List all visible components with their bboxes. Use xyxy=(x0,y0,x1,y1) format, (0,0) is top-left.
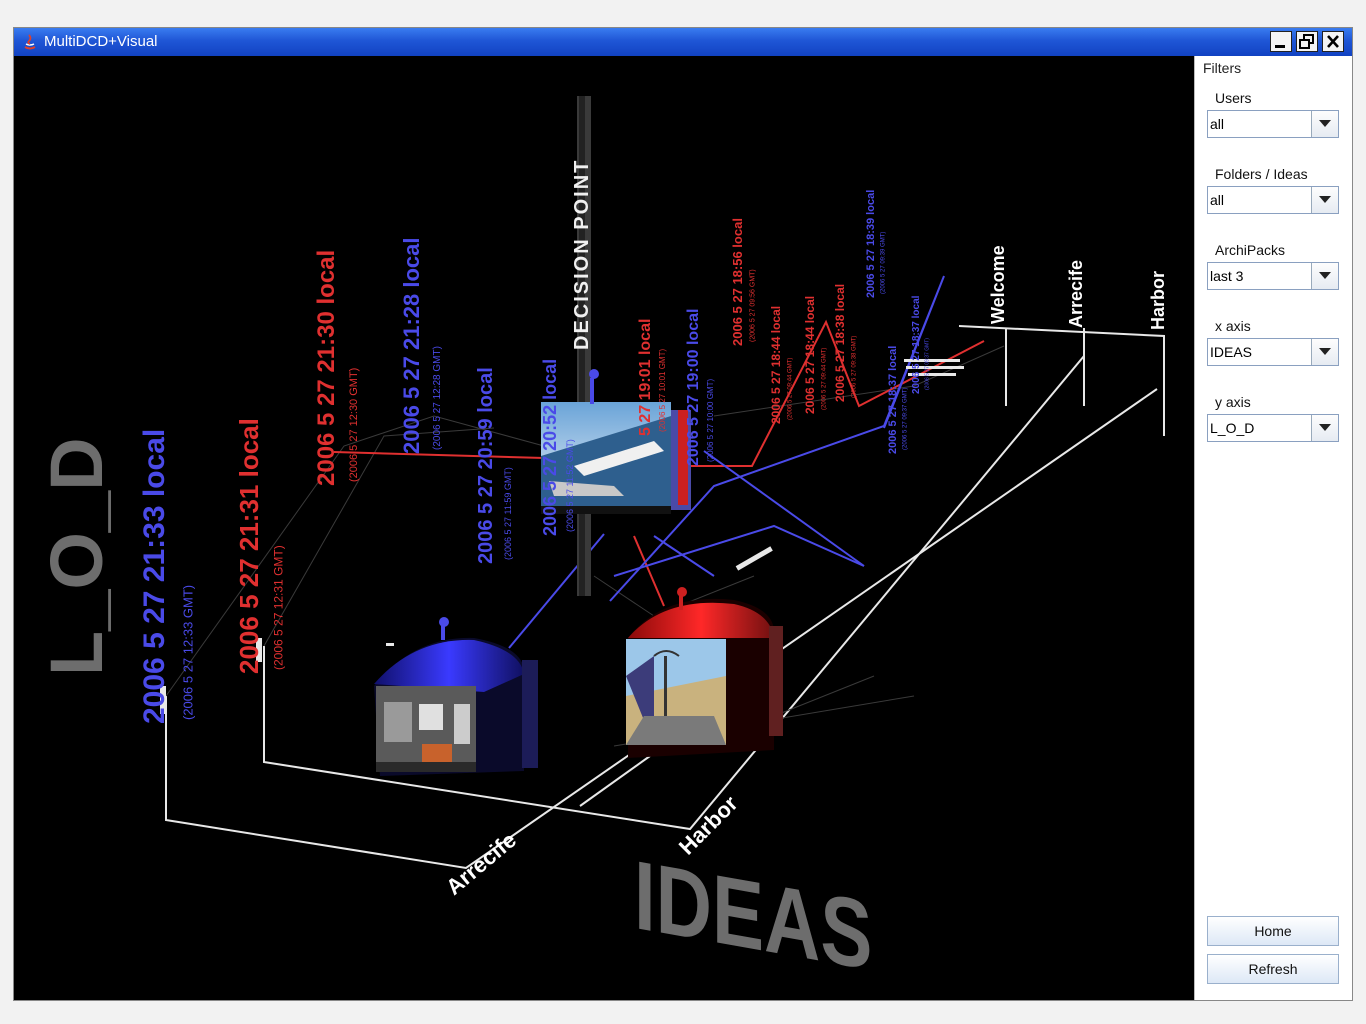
users-value: all xyxy=(1210,116,1225,132)
timestamp-gmt-label: (2006 5 27 09:38 GMT) xyxy=(851,336,857,398)
back-label-welcome: Welcome xyxy=(988,245,1008,324)
timestamp-gmt-label: (2006 5 27 11:59 GMT) xyxy=(503,467,513,560)
decision-point-label: DECISION POINT xyxy=(571,159,593,350)
timestamp-gmt-label: (2006 5 27 12:33 GMT) xyxy=(181,585,196,720)
timestamp-local-label: 2006 5 27 18:56 local xyxy=(730,218,745,346)
chevron-down-icon xyxy=(1319,424,1331,431)
timestamp-gmt-label: (2006 5 27 12:30 GMT) xyxy=(348,368,360,482)
close-button[interactable] xyxy=(1322,31,1344,52)
folders-ideas-label: Folders / Ideas xyxy=(1215,166,1308,182)
folders-ideas-dropdown[interactable]: all xyxy=(1207,186,1339,214)
timestamp-gmt-label: (2006 5 27 09:37 GMT) xyxy=(902,388,908,450)
refresh-button[interactable]: Refresh xyxy=(1207,954,1339,984)
home-button[interactable]: Home xyxy=(1207,916,1339,946)
timestamp-local-label: 2006 5 27 21:30 local xyxy=(313,250,340,486)
filters-title: Filters xyxy=(1203,60,1242,76)
window-title: MultiDCD+Visual xyxy=(44,33,158,50)
chevron-down-icon xyxy=(1319,348,1331,355)
chevron-down-icon xyxy=(1319,196,1331,203)
y-axis-dropdown[interactable]: L_O_D xyxy=(1207,414,1339,442)
timestamp-gmt-label: (2006 5 27 09:39 GMT) xyxy=(880,232,886,294)
archipacks-dropdown[interactable]: last 3 xyxy=(1207,262,1339,290)
timestamp-local-label: 2006 5 27 19:00 local xyxy=(685,309,702,466)
timestamp-gmt-label: (2006 5 27 09:44 GMT) xyxy=(787,358,793,420)
x-axis-dropdown-arrow[interactable] xyxy=(1311,339,1338,365)
archipacks-dropdown-arrow[interactable] xyxy=(1311,263,1338,289)
folders-ideas-value: all xyxy=(1210,192,1225,208)
restore-button[interactable] xyxy=(1296,31,1318,52)
timestamp-local-label: 2006 5 27 18:44 local xyxy=(803,296,817,414)
timestamp-local-label: 2006 5 27 20:59 local xyxy=(475,367,497,564)
archipacks-label: ArchiPacks xyxy=(1215,242,1286,258)
folders-ideas-dropdown-arrow[interactable] xyxy=(1311,187,1338,213)
users-dropdown-arrow[interactable] xyxy=(1311,111,1338,137)
timestamp-local-label: 2006 5 27 18:39 local xyxy=(865,190,877,298)
timestamp-gmt-label: (2006 5 27 10:00 GMT) xyxy=(706,379,715,462)
arrecife-blue-dome-model[interactable] xyxy=(374,617,538,776)
timestamp-local-label: 2006 5 27 18:37 local xyxy=(887,346,899,454)
timestamp-local-label: 2006 5 27 21:28 local xyxy=(399,238,424,455)
filters-panel: Filters Users all Folders / Ideas all Ar… xyxy=(1194,56,1352,1000)
title-bar[interactable]: MultiDCD+Visual xyxy=(14,28,1352,56)
x-axis-label-arrecife: Arrecife xyxy=(441,827,521,900)
back-label-harbor: Harbor xyxy=(1148,271,1168,330)
y-axis-label: y axis xyxy=(1215,394,1251,410)
timestamp-gmt-label: (2006 5 27 10:01 GMT) xyxy=(658,349,667,432)
timestamp-gmt-label: (2006 5 27 11:52 GMT) xyxy=(565,439,575,532)
restore-icon xyxy=(1299,34,1314,49)
x-axis-title: IDEAS xyxy=(634,840,872,991)
users-dropdown[interactable]: all xyxy=(1207,110,1339,138)
timestamp-gmt-label: (2006 5 27 09:37 GMT) xyxy=(925,338,931,390)
minimize-button[interactable] xyxy=(1270,31,1292,52)
timestamp-local-label: 2006 5 27 21:31 local xyxy=(234,418,264,674)
timestamp-gmt-label: (2006 5 27 09:56 GMT) xyxy=(749,269,756,342)
x-axis-label: x axis xyxy=(1215,318,1251,334)
app-window: MultiDCD+Visual L_O_D IDEAS DECISION POI… xyxy=(14,28,1352,1000)
x-axis-value: IDEAS xyxy=(1210,344,1253,360)
archipacks-value: last 3 xyxy=(1210,268,1244,284)
java-app-icon xyxy=(24,34,36,50)
3d-visualization-canvas[interactable]: L_O_D IDEAS DECISION POINT Arrecife Harb… xyxy=(14,56,1194,1000)
y-axis-value: L_O_D xyxy=(1210,420,1255,436)
x-axis-dropdown[interactable]: IDEAS xyxy=(1207,338,1339,366)
timestamp-local-label: 2006 5 27 20:52 local xyxy=(540,359,560,536)
y-axis-dropdown-arrow[interactable] xyxy=(1311,415,1338,441)
back-label-arrecife: Arrecife xyxy=(1066,260,1086,328)
timestamp-gmt-label: (2006 5 27 12:31 GMT) xyxy=(272,545,286,670)
users-label: Users xyxy=(1215,90,1252,106)
timestamp-gmt-label: (2006 5 27 09:44 GMT) xyxy=(821,348,827,410)
timestamp-local-label: 2006 5 27 21:33 local xyxy=(138,429,171,724)
close-icon xyxy=(1327,35,1339,48)
chevron-down-icon xyxy=(1319,272,1331,279)
y-axis-title: L_O_D xyxy=(35,437,118,676)
harbor-idea-cube[interactable] xyxy=(541,369,691,514)
timestamp-gmt-label: (2006 5 27 12:28 GMT) xyxy=(432,346,443,450)
timestamp-local-label: 2006 5 27 18:37 local xyxy=(911,295,922,394)
timestamp-local-label: 2006 5 27 18:38 local xyxy=(833,284,847,402)
chevron-down-icon xyxy=(1319,120,1331,127)
minimize-icon xyxy=(1275,45,1285,48)
x-axis-label-harbor: Harbor xyxy=(674,791,743,860)
timestamp-local-label: 5 27 19:01 local xyxy=(637,319,654,436)
scene-svg: L_O_D IDEAS DECISION POINT Arrecife Harb… xyxy=(35,96,1168,991)
timestamp-local-label: 2006 5 27 18:44 local xyxy=(769,306,783,424)
